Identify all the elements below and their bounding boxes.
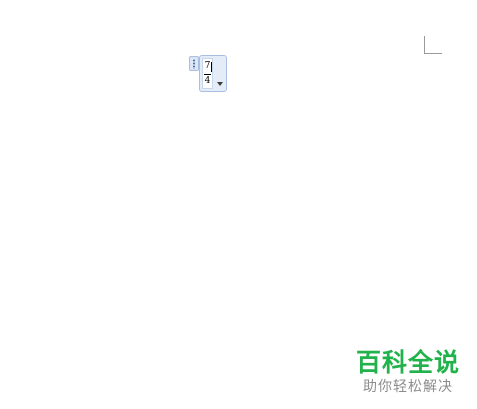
fraction: 7 4 bbox=[203, 59, 212, 88]
watermark: 百科全说 助你轻松解决 bbox=[352, 348, 464, 396]
watermark-title: 百科全说 bbox=[355, 348, 460, 377]
fraction-bar bbox=[204, 74, 211, 75]
chevron-down-icon[interactable] bbox=[215, 79, 225, 89]
text-caret bbox=[211, 62, 212, 72]
equation-content[interactable]: 7 4 bbox=[202, 58, 213, 89]
equation-box[interactable]: 7 4 bbox=[199, 55, 227, 92]
watermark-subtitle: 助你轻松解决 bbox=[363, 379, 453, 395]
equation-object[interactable]: 7 4 bbox=[189, 55, 227, 92]
drag-handle-icon[interactable] bbox=[189, 56, 199, 71]
fraction-denominator[interactable]: 4 bbox=[203, 76, 212, 86]
drag-dots bbox=[193, 59, 195, 69]
page-corner-mark bbox=[424, 36, 442, 54]
